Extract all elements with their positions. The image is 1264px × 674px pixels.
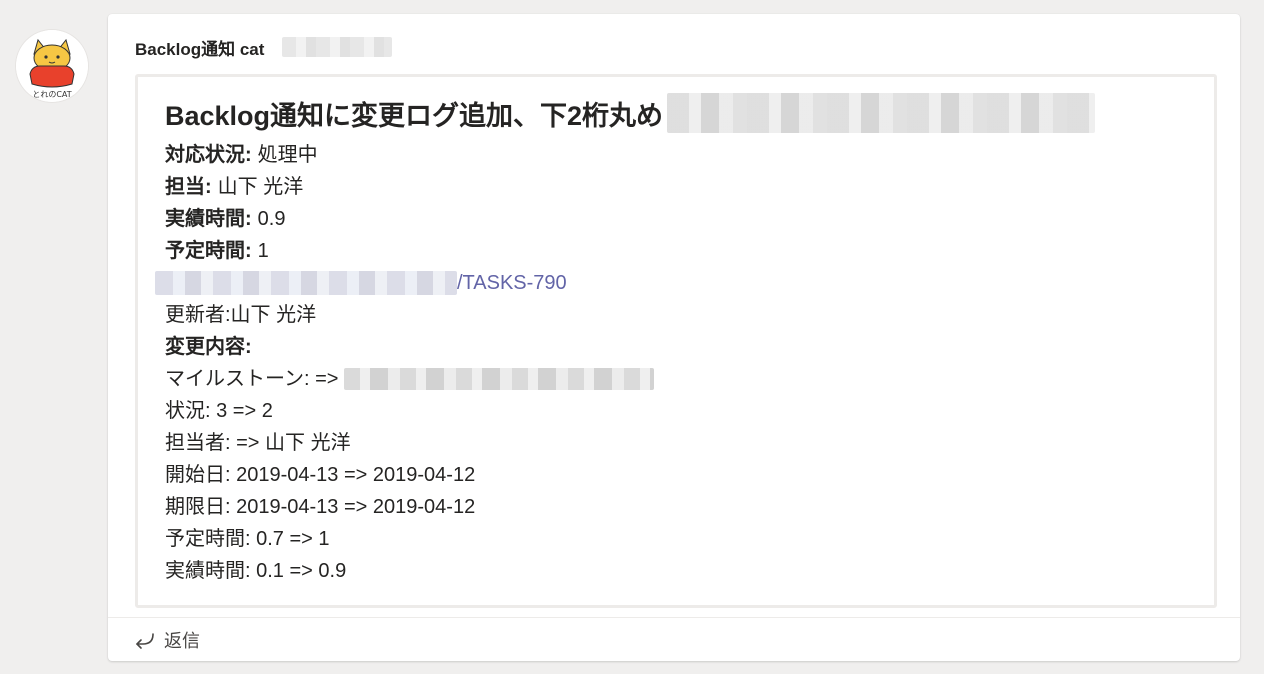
adaptive-card: Backlog通知に変更ログ追加、下2桁丸め 対応状況: 処理中 担当: 山下 … bbox=[135, 74, 1217, 608]
change-milestone: マイルストーン: => bbox=[165, 363, 655, 395]
updater-line: 更新者:山下 光洋 bbox=[165, 304, 317, 326]
task-link-suffix[interactable]: /TASKS-790 bbox=[457, 267, 567, 299]
card-title-text: Backlog通知に変更ログ追加、下2桁丸め bbox=[165, 100, 664, 131]
title-redacted bbox=[667, 93, 1096, 133]
field-label: 予定時間: bbox=[165, 240, 252, 262]
field-value: 処理中 bbox=[257, 144, 318, 166]
reply-label: 返信 bbox=[164, 631, 200, 651]
reply-button[interactable]: 返信 bbox=[108, 617, 1240, 662]
card-title: Backlog通知に変更ログ追加、下2桁丸め bbox=[165, 93, 1096, 133]
field-assignee: 担当: 山下 光洋 bbox=[165, 171, 654, 203]
field-actual-hours: 実績時間: 0.9 bbox=[165, 203, 654, 235]
field-label: 対応状況: bbox=[165, 144, 252, 166]
changes-heading: 変更内容: bbox=[165, 336, 252, 358]
post-header: Backlog通知 cat bbox=[135, 35, 393, 60]
field-status: 対応状況: 処理中 bbox=[165, 139, 654, 171]
bot-avatar[interactable]: とれのCAT bbox=[16, 30, 88, 102]
field-planned-hours: 予定時間: 1 bbox=[165, 235, 654, 267]
change-planned-hours: 予定時間: 0.7 => 1 bbox=[165, 528, 330, 550]
message-post: Backlog通知 cat Backlog通知に変更ログ追加、下2桁丸め 対応状… bbox=[108, 14, 1240, 661]
timestamp-redacted bbox=[282, 37, 393, 57]
card-body: 対応状況: 処理中 担当: 山下 光洋 実績時間: 0.9 予定時間: 1 /T… bbox=[155, 139, 655, 587]
field-label: 担当: bbox=[165, 176, 212, 198]
task-link[interactable]: /TASKS-790 bbox=[155, 267, 654, 299]
milestone-redacted bbox=[344, 368, 655, 390]
change-start-date: 開始日: 2019-04-13 => 2019-04-12 bbox=[165, 464, 476, 486]
change-status: 状況: 3 => 2 bbox=[165, 400, 273, 422]
field-value: 山下 光洋 bbox=[217, 176, 304, 198]
reply-arrow-icon bbox=[136, 633, 154, 649]
field-value: 0.9 bbox=[257, 208, 286, 230]
cat-logo-icon: とれのCAT bbox=[16, 30, 88, 102]
change-assignee: 担当者: => 山下 光洋 bbox=[165, 432, 351, 454]
change-actual-hours: 実績時間: 0.1 => 0.9 bbox=[165, 560, 347, 582]
url-redacted bbox=[155, 271, 457, 295]
avatar-caption: とれのCAT bbox=[32, 90, 71, 99]
change-due-date: 期限日: 2019-04-13 => 2019-04-12 bbox=[165, 496, 476, 518]
field-value: 1 bbox=[257, 240, 269, 262]
change-text: マイルストーン: => bbox=[165, 368, 339, 390]
sender-name[interactable]: Backlog通知 cat bbox=[135, 35, 264, 60]
field-label: 実績時間: bbox=[165, 208, 252, 230]
